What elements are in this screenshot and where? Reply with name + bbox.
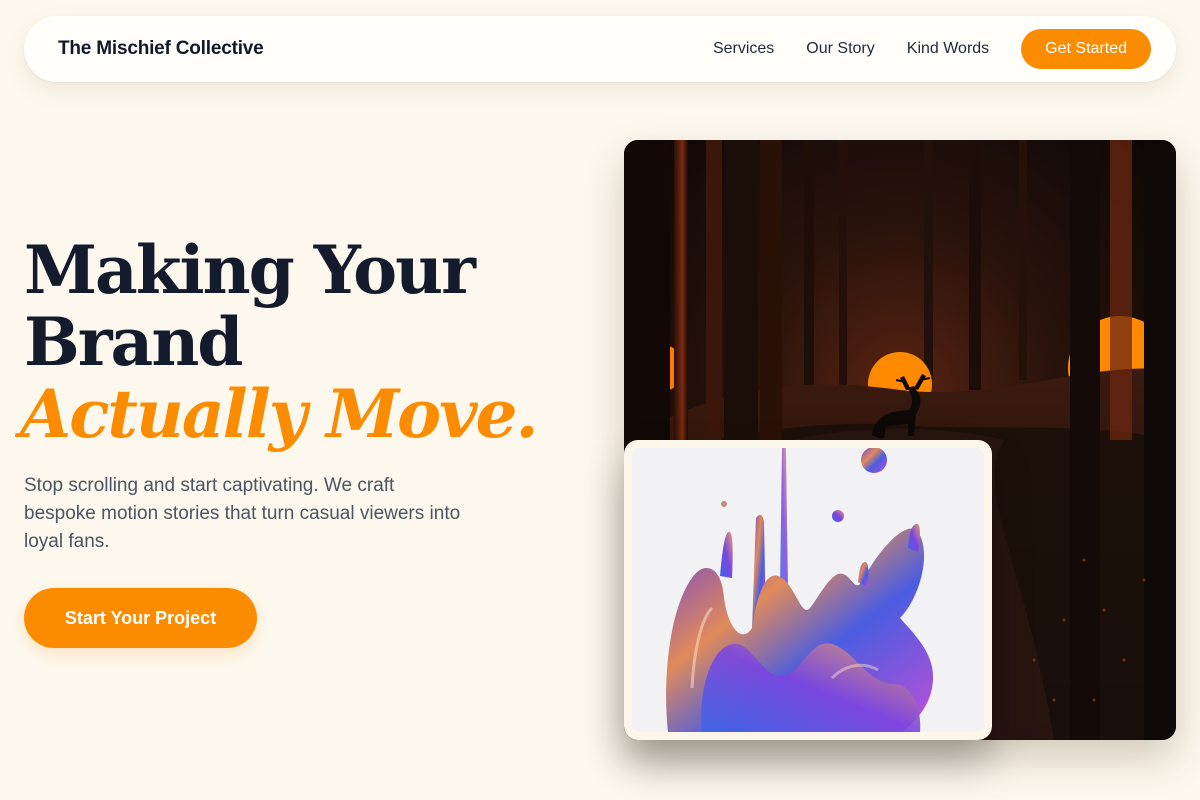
hero-subtitle: Stop scrolling and start captivating. We… (24, 475, 461, 552)
hero-title: Making Your Brand Actually Move. (20, 231, 584, 450)
hero-title-line-1: Making Your (24, 231, 476, 309)
hero-title-accent: Actually Move. (20, 375, 539, 453)
liquid-splash-image (632, 448, 984, 732)
get-started-button[interactable]: Get Started (1021, 29, 1151, 69)
nav-link-kind-words[interactable]: Kind Words (907, 40, 989, 58)
hero-title-line-2: Brand (24, 303, 243, 381)
liquid-image-card (624, 440, 992, 740)
nav-link-services[interactable]: Services (713, 40, 774, 58)
top-navbar: The Mischief Collective Services Our Sto… (24, 16, 1176, 82)
liquid-image-frame (632, 448, 984, 732)
brand-logo[interactable]: The Mischief Collective (58, 38, 264, 60)
nav-link-our-story[interactable]: Our Story (806, 40, 874, 58)
start-project-button[interactable]: Start Your Project (24, 588, 257, 648)
nav-links: Services Our Story Kind Words Get Starte… (713, 29, 1151, 69)
